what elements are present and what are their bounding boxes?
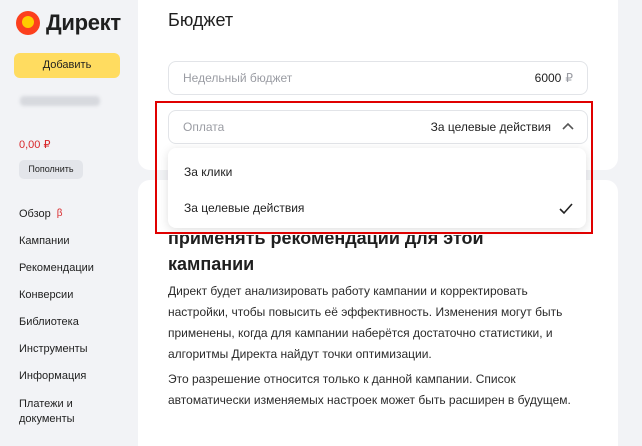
beta-badge: β <box>56 208 63 219</box>
recommendations-heading-line1: применять рекомендации для этой <box>168 228 484 248</box>
sidebar-item-tools[interactable]: Инструменты <box>19 343 129 370</box>
topup-button[interactable]: Пополнить <box>19 160 83 179</box>
chevron-up-icon <box>562 122 574 130</box>
payment-type-select[interactable]: Оплата За целевые действия <box>168 110 588 144</box>
sidebar-item-campaigns[interactable]: Кампании <box>19 235 129 262</box>
sidebar: Директ Добавить 0,00 ₽ Пополнить Обзор β… <box>0 0 138 446</box>
sidebar-nav: Обзор β Кампании Рекомендации Конверсии … <box>19 208 129 427</box>
add-button[interactable]: Добавить <box>14 53 120 78</box>
sidebar-item-library[interactable]: Библиотека <box>19 316 129 343</box>
payment-type-label: Оплата <box>183 120 225 134</box>
sidebar-item-conversions[interactable]: Конверсии <box>19 289 129 316</box>
sidebar-item-label: Обзор <box>19 208 51 220</box>
sidebar-item-label: Информация <box>19 370 87 382</box>
weekly-budget-amount: 6000 <box>534 71 562 85</box>
currency-symbol: ₽ <box>565 71 573 85</box>
sidebar-item-information[interactable]: Информация <box>19 370 129 397</box>
recommendations-heading: применять рекомендации для этой кампании <box>168 225 588 277</box>
account-login-blurred <box>20 96 100 106</box>
recommendations-heading-line2: кампании <box>168 254 255 274</box>
sidebar-item-label: Платежи и документы <box>19 398 75 425</box>
sidebar-item-label: Конверсии <box>19 289 74 301</box>
sidebar-item-payments[interactable]: Платежи и документы <box>19 397 109 427</box>
logo-text: Директ <box>46 10 121 35</box>
option-per-target-action[interactable]: За целевые действия <box>184 201 304 215</box>
main-content: Бюджет Недельный бюджет 6000 ₽ Оплата За … <box>138 0 642 446</box>
sidebar-item-label: Рекомендации <box>19 262 94 274</box>
sidebar-item-label: Инструменты <box>19 343 88 355</box>
option-per-click[interactable]: За клики <box>184 165 232 179</box>
logo[interactable]: Директ <box>16 10 121 36</box>
account-balance: 0,00 ₽ <box>19 139 51 151</box>
sidebar-item-label: Библиотека <box>19 316 79 328</box>
budget-title: Бюджет <box>168 10 234 30</box>
weekly-budget-value: 6000 ₽ <box>535 71 573 85</box>
weekly-budget-input[interactable]: Недельный бюджет 6000 ₽ <box>168 61 588 95</box>
direct-logo-icon <box>16 11 40 35</box>
recommendations-paragraph-1: Директ будет анализировать работу кампан… <box>168 284 563 361</box>
sidebar-item-label: Кампании <box>19 235 70 247</box>
payment-type-selected: За целевые действия <box>430 120 551 134</box>
weekly-budget-placeholder: Недельный бюджет <box>183 71 293 85</box>
payment-type-dropdown: За клики За целевые действия <box>168 148 586 228</box>
sidebar-item-recommendations[interactable]: Рекомендации <box>19 262 129 289</box>
sidebar-item-overview[interactable]: Обзор β <box>19 208 129 235</box>
recommendations-paragraph-2: Это разрешение относится только к данной… <box>168 372 571 407</box>
check-icon <box>559 203 573 215</box>
budget-card: Бюджет Недельный бюджет 6000 ₽ Оплата За … <box>138 0 618 170</box>
